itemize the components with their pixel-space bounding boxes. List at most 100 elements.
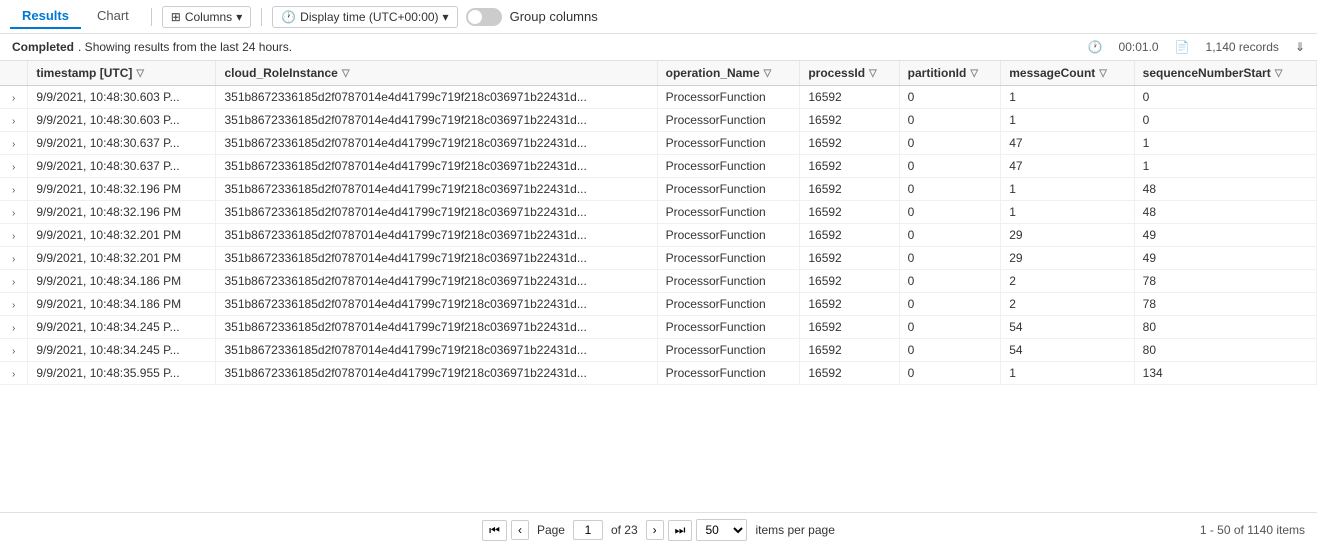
prev-page-button[interactable]: ‹ xyxy=(511,520,529,540)
cell-timestamp: 9/9/2021, 10:48:34.245 P... xyxy=(28,339,216,362)
col-label-operation: operation_Name xyxy=(666,66,760,80)
cell-sequence: 1 xyxy=(1134,155,1316,178)
expand-cell[interactable]: › xyxy=(0,224,28,247)
expand-icon[interactable]: › xyxy=(8,160,19,175)
cell-process: 16592 xyxy=(800,178,899,201)
cell-message: 54 xyxy=(1001,339,1134,362)
col-label-partition: partitionId xyxy=(908,66,967,80)
expand-icon[interactable]: › xyxy=(8,298,19,313)
expand-cell[interactable]: › xyxy=(0,132,28,155)
filter-icon-operation[interactable]: ▽ xyxy=(764,68,772,79)
display-time-button[interactable]: 🕐 Display time (UTC+00:00) ▾ xyxy=(272,6,457,28)
filter-icon-partition[interactable]: ▽ xyxy=(970,68,978,79)
cell-cloud-role: 351b8672336185d2f0787014e4d41799c719f218… xyxy=(216,316,657,339)
duration-value: 00:01.0 xyxy=(1119,40,1159,54)
expand-cell[interactable]: › xyxy=(0,316,28,339)
filter-icon-process[interactable]: ▽ xyxy=(869,68,877,79)
cell-partition: 0 xyxy=(899,339,1001,362)
table-body: › 9/9/2021, 10:48:30.603 P... 351b867233… xyxy=(0,86,1317,385)
expand-cell[interactable]: › xyxy=(0,339,28,362)
expand-cell[interactable]: › xyxy=(0,362,28,385)
results-table-container: timestamp [UTC] ▽ cloud_RoleInstance ▽ o… xyxy=(0,61,1317,512)
status-completed: Completed xyxy=(12,40,74,54)
expand-cell[interactable]: › xyxy=(0,201,28,224)
cell-timestamp: 9/9/2021, 10:48:30.637 P... xyxy=(28,155,216,178)
expand-col-header xyxy=(0,61,28,86)
tab-results[interactable]: Results xyxy=(10,4,81,29)
cell-operation: ProcessorFunction xyxy=(657,109,800,132)
columns-label: Columns xyxy=(185,10,232,24)
page-number-input[interactable] xyxy=(573,520,603,540)
expand-icon[interactable]: › xyxy=(8,91,19,106)
cell-partition: 0 xyxy=(899,109,1001,132)
cell-process: 16592 xyxy=(800,362,899,385)
expand-icon[interactable]: › xyxy=(8,229,19,244)
expand-icon[interactable]: › xyxy=(8,275,19,290)
col-header-process: processId ▽ xyxy=(800,61,899,86)
filter-icon-sequence[interactable]: ▽ xyxy=(1275,68,1283,79)
cell-operation: ProcessorFunction xyxy=(657,155,800,178)
table-row: › 9/9/2021, 10:48:30.637 P... 351b867233… xyxy=(0,155,1317,178)
expand-cell[interactable]: › xyxy=(0,86,28,109)
first-page-button[interactable]: ⏮ xyxy=(482,520,507,541)
cell-sequence: 78 xyxy=(1134,270,1316,293)
cell-operation: ProcessorFunction xyxy=(657,339,800,362)
cell-sequence: 78 xyxy=(1134,293,1316,316)
export-icon[interactable]: ⇓ xyxy=(1295,40,1305,54)
expand-cell[interactable]: › xyxy=(0,155,28,178)
col-header-timestamp: timestamp [UTC] ▽ xyxy=(28,61,216,86)
cell-partition: 0 xyxy=(899,247,1001,270)
table-row: › 9/9/2021, 10:48:32.201 PM 351b86723361… xyxy=(0,247,1317,270)
expand-icon[interactable]: › xyxy=(8,114,19,129)
expand-icon[interactable]: › xyxy=(8,137,19,152)
pagination-bar: ⏮ ‹ Page of 23 › ⏭ 50 100 200 items per … xyxy=(0,512,1317,547)
cell-sequence: 1 xyxy=(1134,132,1316,155)
col-label-sequence: sequenceNumberStart xyxy=(1143,66,1271,80)
expand-cell[interactable]: › xyxy=(0,293,28,316)
expand-icon[interactable]: › xyxy=(8,206,19,221)
cell-process: 16592 xyxy=(800,224,899,247)
cell-process: 16592 xyxy=(800,270,899,293)
cell-partition: 0 xyxy=(899,155,1001,178)
cell-process: 16592 xyxy=(800,132,899,155)
expand-icon[interactable]: › xyxy=(8,183,19,198)
expand-icon[interactable]: › xyxy=(8,344,19,359)
filter-icon-timestamp[interactable]: ▽ xyxy=(136,68,144,79)
columns-button[interactable]: ⊞ Columns ▾ xyxy=(162,6,251,28)
expand-icon[interactable]: › xyxy=(8,252,19,267)
cell-cloud-role: 351b8672336185d2f0787014e4d41799c719f218… xyxy=(216,109,657,132)
filter-icon-cloud-role[interactable]: ▽ xyxy=(342,68,350,79)
cell-process: 16592 xyxy=(800,316,899,339)
cell-process: 16592 xyxy=(800,339,899,362)
group-columns-switch[interactable] xyxy=(466,8,502,26)
expand-icon[interactable]: › xyxy=(8,367,19,382)
status-right: 🕐 00:01.0 📄 1,140 records ⇓ xyxy=(1088,40,1305,54)
col-header-partition: partitionId ▽ xyxy=(899,61,1001,86)
expand-cell[interactable]: › xyxy=(0,270,28,293)
table-row: › 9/9/2021, 10:48:32.201 PM 351b86723361… xyxy=(0,224,1317,247)
tab-chart[interactable]: Chart xyxy=(85,4,141,29)
col-header-message: messageCount ▽ xyxy=(1001,61,1134,86)
cell-partition: 0 xyxy=(899,293,1001,316)
pagination-range: 1 - 50 of 1140 items xyxy=(1200,523,1305,537)
cell-process: 16592 xyxy=(800,109,899,132)
last-page-button[interactable]: ⏭ xyxy=(668,520,693,541)
expand-cell[interactable]: › xyxy=(0,109,28,132)
table-row: › 9/9/2021, 10:48:30.603 P... 351b867233… xyxy=(0,109,1317,132)
next-page-button[interactable]: › xyxy=(646,520,664,540)
cell-cloud-role: 351b8672336185d2f0787014e4d41799c719f218… xyxy=(216,362,657,385)
cell-message: 29 xyxy=(1001,224,1134,247)
expand-cell[interactable]: › xyxy=(0,247,28,270)
cell-message: 2 xyxy=(1001,293,1134,316)
table-row: › 9/9/2021, 10:48:30.637 P... 351b867233… xyxy=(0,132,1317,155)
page-size-select[interactable]: 50 100 200 xyxy=(696,519,747,541)
page-icon: 📄 xyxy=(1175,40,1190,54)
cell-message: 29 xyxy=(1001,247,1134,270)
toolbar-divider2 xyxy=(261,8,262,26)
filter-icon-message[interactable]: ▽ xyxy=(1099,68,1107,79)
cell-sequence: 48 xyxy=(1134,201,1316,224)
group-columns-toggle: Group columns xyxy=(466,8,598,26)
cell-cloud-role: 351b8672336185d2f0787014e4d41799c719f218… xyxy=(216,247,657,270)
expand-cell[interactable]: › xyxy=(0,178,28,201)
expand-icon[interactable]: › xyxy=(8,321,19,336)
